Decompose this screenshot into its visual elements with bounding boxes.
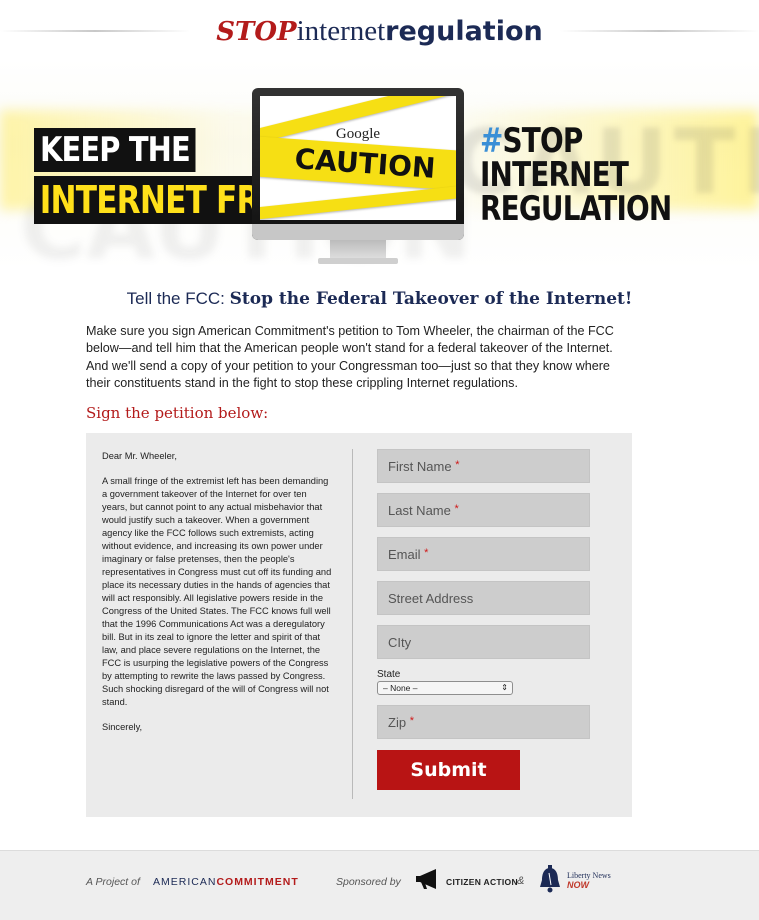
letter-body: A small fringe of the extremist left has… — [102, 476, 332, 707]
state-select[interactable]: – None – ⇕ — [377, 681, 513, 695]
monitor-screen: Google CAUTION — [260, 96, 456, 220]
page-headline: Tell the FCC: Stop the Federal Takeover … — [0, 289, 759, 309]
select-arrows-icon: ⇕ — [501, 683, 508, 692]
panel-divider — [352, 449, 353, 799]
american-commitment-logo[interactable]: AMERICANCOMMITMENT — [153, 876, 299, 888]
project-of-text: A Project of — [86, 876, 140, 888]
last-name-placeholder: Last Name * — [388, 503, 459, 518]
first-name-field[interactable]: First Name * — [377, 449, 590, 483]
letter-salutation: Dear Mr. Wheeler, — [102, 451, 177, 461]
megaphone-icon — [416, 869, 436, 889]
sign-petition-heading: Sign the petition below: — [86, 404, 269, 422]
hashtag-line2: INTERNET — [480, 155, 629, 195]
first-name-placeholder: First Name * — [388, 459, 459, 474]
monitor-chin — [252, 224, 464, 240]
keep-the-text: KEEP THE — [34, 128, 196, 172]
headline-prefix: Tell the FCC: — [126, 289, 230, 308]
headline-strong: Stop the Federal Takeover of the Interne… — [229, 289, 633, 309]
zip-field[interactable]: Zip * — [377, 705, 590, 739]
monitor-graphic: Google CAUTION — [252, 88, 464, 240]
required-marker: * — [455, 459, 460, 471]
sponsored-by-text: Sponsored by — [336, 876, 401, 888]
letter-closing: Sincerely, — [102, 722, 143, 732]
petition-letter: Dear Mr. Wheeler, A small fringe of the … — [102, 450, 332, 746]
zip-placeholder: Zip * — [388, 715, 414, 730]
street-address-placeholder: Street Address — [388, 591, 474, 606]
required-marker: * — [409, 715, 414, 727]
city-placeholder: CIty — [388, 635, 412, 650]
logo-regulation: regulation — [385, 16, 543, 47]
ampersand-text: & — [517, 875, 525, 887]
intro-paragraph: Make sure you sign American Commitment's… — [86, 324, 614, 390]
citizen-action-logo[interactable]: CITIZEN ACTION — [446, 877, 518, 887]
site-footer: A Project of AMERICANCOMMITMENT Sponsore… — [0, 850, 759, 920]
liberty-news-now-text[interactable]: NOW — [567, 880, 589, 890]
liberty-news-text[interactable]: Liberty News — [567, 871, 611, 880]
american-text: AMERICAN — [153, 876, 217, 888]
last-name-field[interactable]: Last Name * — [377, 493, 590, 527]
required-marker: * — [424, 547, 429, 559]
state-selected-value: – None – — [383, 683, 418, 693]
email-label: Email — [388, 547, 421, 562]
caution-tape-main: CAUTION — [260, 134, 456, 194]
site-logo[interactable]: STOPinternetregulation — [0, 14, 759, 49]
monitor-stand-base — [318, 258, 398, 264]
logo-internet: internet — [296, 15, 386, 47]
email-placeholder: Email * — [388, 547, 428, 562]
hashtag-stop-internet-regulation: #STOP INTERNET REGULATION — [480, 124, 672, 229]
petition-panel: Dear Mr. Wheeler, A small fringe of the … — [86, 433, 632, 817]
email-field[interactable]: Email * — [377, 537, 590, 571]
hero-banner: CAUTION CAUTION KEEP THE INTERNET FREE G… — [0, 60, 759, 270]
city-field[interactable]: CIty — [377, 625, 590, 659]
required-marker: * — [454, 503, 459, 515]
last-name-label: Last Name — [388, 503, 451, 518]
state-label: State — [377, 669, 401, 680]
liberty-bell-icon — [540, 865, 560, 893]
logo-stop: STOP — [216, 17, 297, 47]
zip-label: Zip — [388, 715, 407, 730]
commitment-text: COMMITMENT — [216, 876, 299, 888]
first-name-label: First Name — [388, 459, 452, 474]
hashtag-line3: REGULATION — [480, 189, 672, 229]
street-address-field[interactable]: Street Address — [377, 581, 590, 615]
submit-button[interactable]: Submit — [377, 750, 520, 790]
site-header: STOPinternetregulation — [0, 0, 759, 55]
